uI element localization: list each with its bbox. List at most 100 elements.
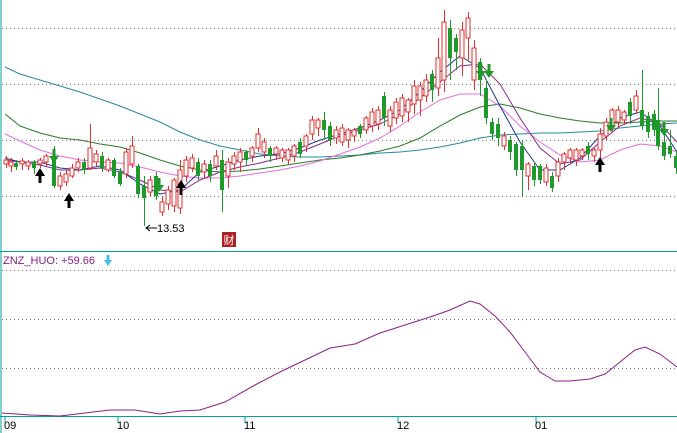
candle-up (399, 94, 405, 122)
buy-signal-arrow (35, 168, 45, 183)
candle-body (100, 156, 104, 168)
candle-body (387, 109, 393, 127)
candle-body (508, 140, 512, 152)
candle-body (19, 160, 25, 165)
candle-body (603, 121, 609, 137)
candle-down (646, 112, 650, 138)
candle-body (303, 135, 309, 147)
candle-up (465, 12, 471, 60)
candle-body (201, 163, 207, 173)
candle-down (112, 158, 116, 178)
candle-body (484, 88, 488, 118)
candle-body (123, 151, 129, 175)
candle-body (628, 102, 632, 116)
candle-body (118, 172, 122, 184)
candle-up (171, 178, 177, 212)
candle-down (268, 146, 272, 162)
candle-body (411, 85, 417, 105)
candle-down (220, 150, 224, 212)
candle-down (550, 172, 554, 192)
candle-body (328, 126, 332, 140)
candle-body (555, 161, 561, 177)
candle-body (105, 159, 111, 171)
candle-body (37, 159, 43, 165)
candle-up (285, 148, 291, 164)
candle-up (375, 106, 381, 130)
candle-up (19, 158, 25, 170)
candle-down (136, 164, 140, 198)
candle-body (249, 147, 255, 157)
candle-up (543, 164, 549, 186)
down-arrow-icon (104, 255, 112, 266)
candle-up (387, 106, 393, 132)
candle-down (358, 124, 362, 138)
buy-signal-arrow (595, 157, 605, 172)
candle-up (621, 110, 627, 124)
candle-down (430, 70, 434, 102)
candle-up (393, 98, 399, 124)
candle-body (633, 95, 639, 111)
candle-body (82, 162, 86, 170)
candle-body (471, 47, 477, 81)
candle-body (586, 146, 590, 154)
candle-body (430, 74, 434, 90)
candle-body (87, 147, 93, 169)
candle-down (496, 118, 500, 146)
candle-up (105, 158, 111, 172)
candle-body (441, 21, 447, 81)
candle-down (520, 140, 524, 196)
candle-body (315, 119, 321, 129)
candle-down (196, 158, 200, 180)
candle-up (165, 186, 171, 210)
grid-lines (2, 28, 677, 369)
x-tick-label: 12 (397, 420, 409, 432)
candle-up (405, 98, 411, 122)
candle-up (573, 148, 579, 166)
candle-body (69, 167, 75, 177)
candle-body (646, 116, 650, 132)
candle-up (471, 40, 477, 90)
candle-body (668, 146, 672, 154)
candle-body (525, 163, 531, 177)
candle-body (417, 85, 423, 101)
candle-body (220, 160, 224, 190)
candle-down (484, 80, 488, 124)
candle-down (586, 142, 590, 160)
candle-up (3, 156, 9, 168)
candle-body (159, 201, 165, 213)
candle-up (69, 164, 75, 178)
candle-body (345, 129, 351, 141)
candle-body (459, 29, 465, 59)
candle-up (279, 148, 285, 162)
candle-body (43, 155, 49, 163)
candle-down (538, 164, 542, 184)
candle-body (261, 141, 267, 153)
candle-body (393, 101, 399, 119)
candle-up (351, 128, 357, 142)
candle-body (514, 144, 518, 170)
candle-up (363, 116, 369, 134)
candle-body (237, 151, 243, 163)
candle-body (147, 179, 153, 193)
candle-up (423, 74, 429, 102)
candle-up (597, 128, 603, 160)
candle-body (423, 79, 429, 97)
candle-body (196, 162, 200, 176)
x-tick-label: 09 (4, 420, 16, 432)
finance-badge[interactable]: 财 (222, 232, 236, 247)
candle-body (561, 153, 567, 163)
indicator-label: ZNZ_HUO: +59.66 (3, 255, 95, 267)
candle-up (255, 128, 261, 152)
candle-up (369, 108, 375, 132)
candle-body (208, 164, 212, 176)
candle-body (165, 189, 171, 205)
candle-body (291, 145, 297, 157)
candle-up (37, 158, 43, 168)
candle-up (525, 162, 531, 190)
candle-up (591, 148, 597, 162)
stock-chart: 13.53 财 ZNZ_HUO: +59.66 09 10 11 12 01 (0, 0, 677, 433)
candle-body (279, 149, 285, 159)
candle-body (213, 155, 219, 167)
candle-up (231, 152, 237, 170)
candle-body (285, 149, 291, 161)
